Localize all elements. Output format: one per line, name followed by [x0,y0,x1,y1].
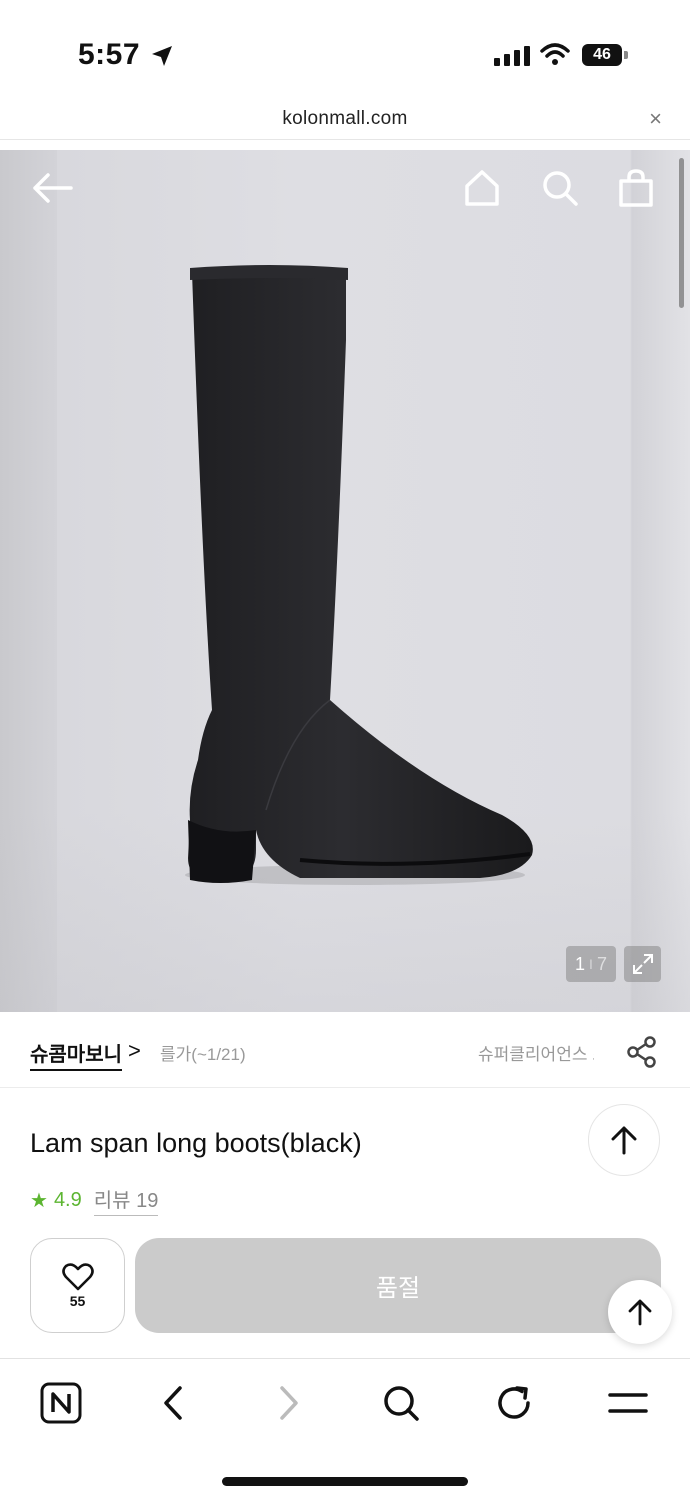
close-icon[interactable]: × [649,108,662,130]
arrow-up-icon [611,1126,637,1155]
promo-text-left[interactable]: 를가(~1/21) [160,1040,250,1065]
scroll-top-button[interactable] [588,1104,660,1176]
status-time: 5:57 [78,38,141,71]
chevron-left-icon[interactable] [152,1381,196,1425]
brand-link[interactable]: 슈콤마보니 [30,1038,122,1071]
floating-scroll-top-button[interactable] [608,1280,672,1344]
reload-icon[interactable] [492,1381,536,1425]
product-image-gallery[interactable]: 1 I 7 [0,150,690,1012]
wifi-icon [540,43,570,65]
image-counter: 1 I 7 [566,946,616,982]
promo-text-right[interactable]: 슈퍼클리어언스 초 [478,1040,594,1065]
brand-row: 슈콤마보니 > 를가(~1/21) 슈퍼클리어언스 초 [0,1012,690,1088]
search-icon[interactable] [538,168,582,208]
image-scrollbar[interactable] [679,158,684,308]
image-counter-total: 7 [596,953,607,974]
url-domain[interactable]: kolonmall.com [0,108,690,130]
battery-level: 46 [582,44,622,66]
image-counter-separator: I [589,956,593,972]
chevron-right-icon[interactable]: > [128,1038,141,1064]
shopping-bag-icon[interactable] [614,168,658,208]
star-icon: ★ [30,1189,48,1212]
status-bar: 5:57 46 [0,0,690,100]
arrow-left-icon[interactable] [30,168,74,208]
soldout-button[interactable]: 품절 [135,1238,661,1333]
location-arrow-icon [152,46,172,66]
expand-icon[interactable] [624,946,661,982]
url-bar[interactable]: kolonmall.com × [0,100,690,140]
rating-value: 4.9 [53,1188,82,1211]
product-photo-boot [185,265,533,885]
like-count: 55 [69,1292,86,1309]
product-title: Lam span long boots(black) [30,1128,362,1158]
review-link[interactable]: 리뷰 19 [93,1184,159,1216]
home-indicator[interactable] [222,1477,468,1486]
menu-icon[interactable] [606,1381,650,1425]
battery-indicator: 46 [582,44,628,66]
cellular-signal-icon [494,44,530,66]
naver-n-icon[interactable] [39,1381,83,1425]
rating-row: ★ 4.9 리뷰 19 [30,1184,159,1216]
home-icon[interactable] [460,168,504,208]
search-icon[interactable] [379,1381,423,1425]
arrow-up-icon [628,1299,652,1326]
image-counter-current: 1 [575,953,586,974]
like-button[interactable]: 55 [30,1238,125,1333]
chevron-right-icon[interactable] [266,1381,310,1425]
heart-icon [61,1262,94,1290]
share-icon[interactable] [626,1036,658,1068]
